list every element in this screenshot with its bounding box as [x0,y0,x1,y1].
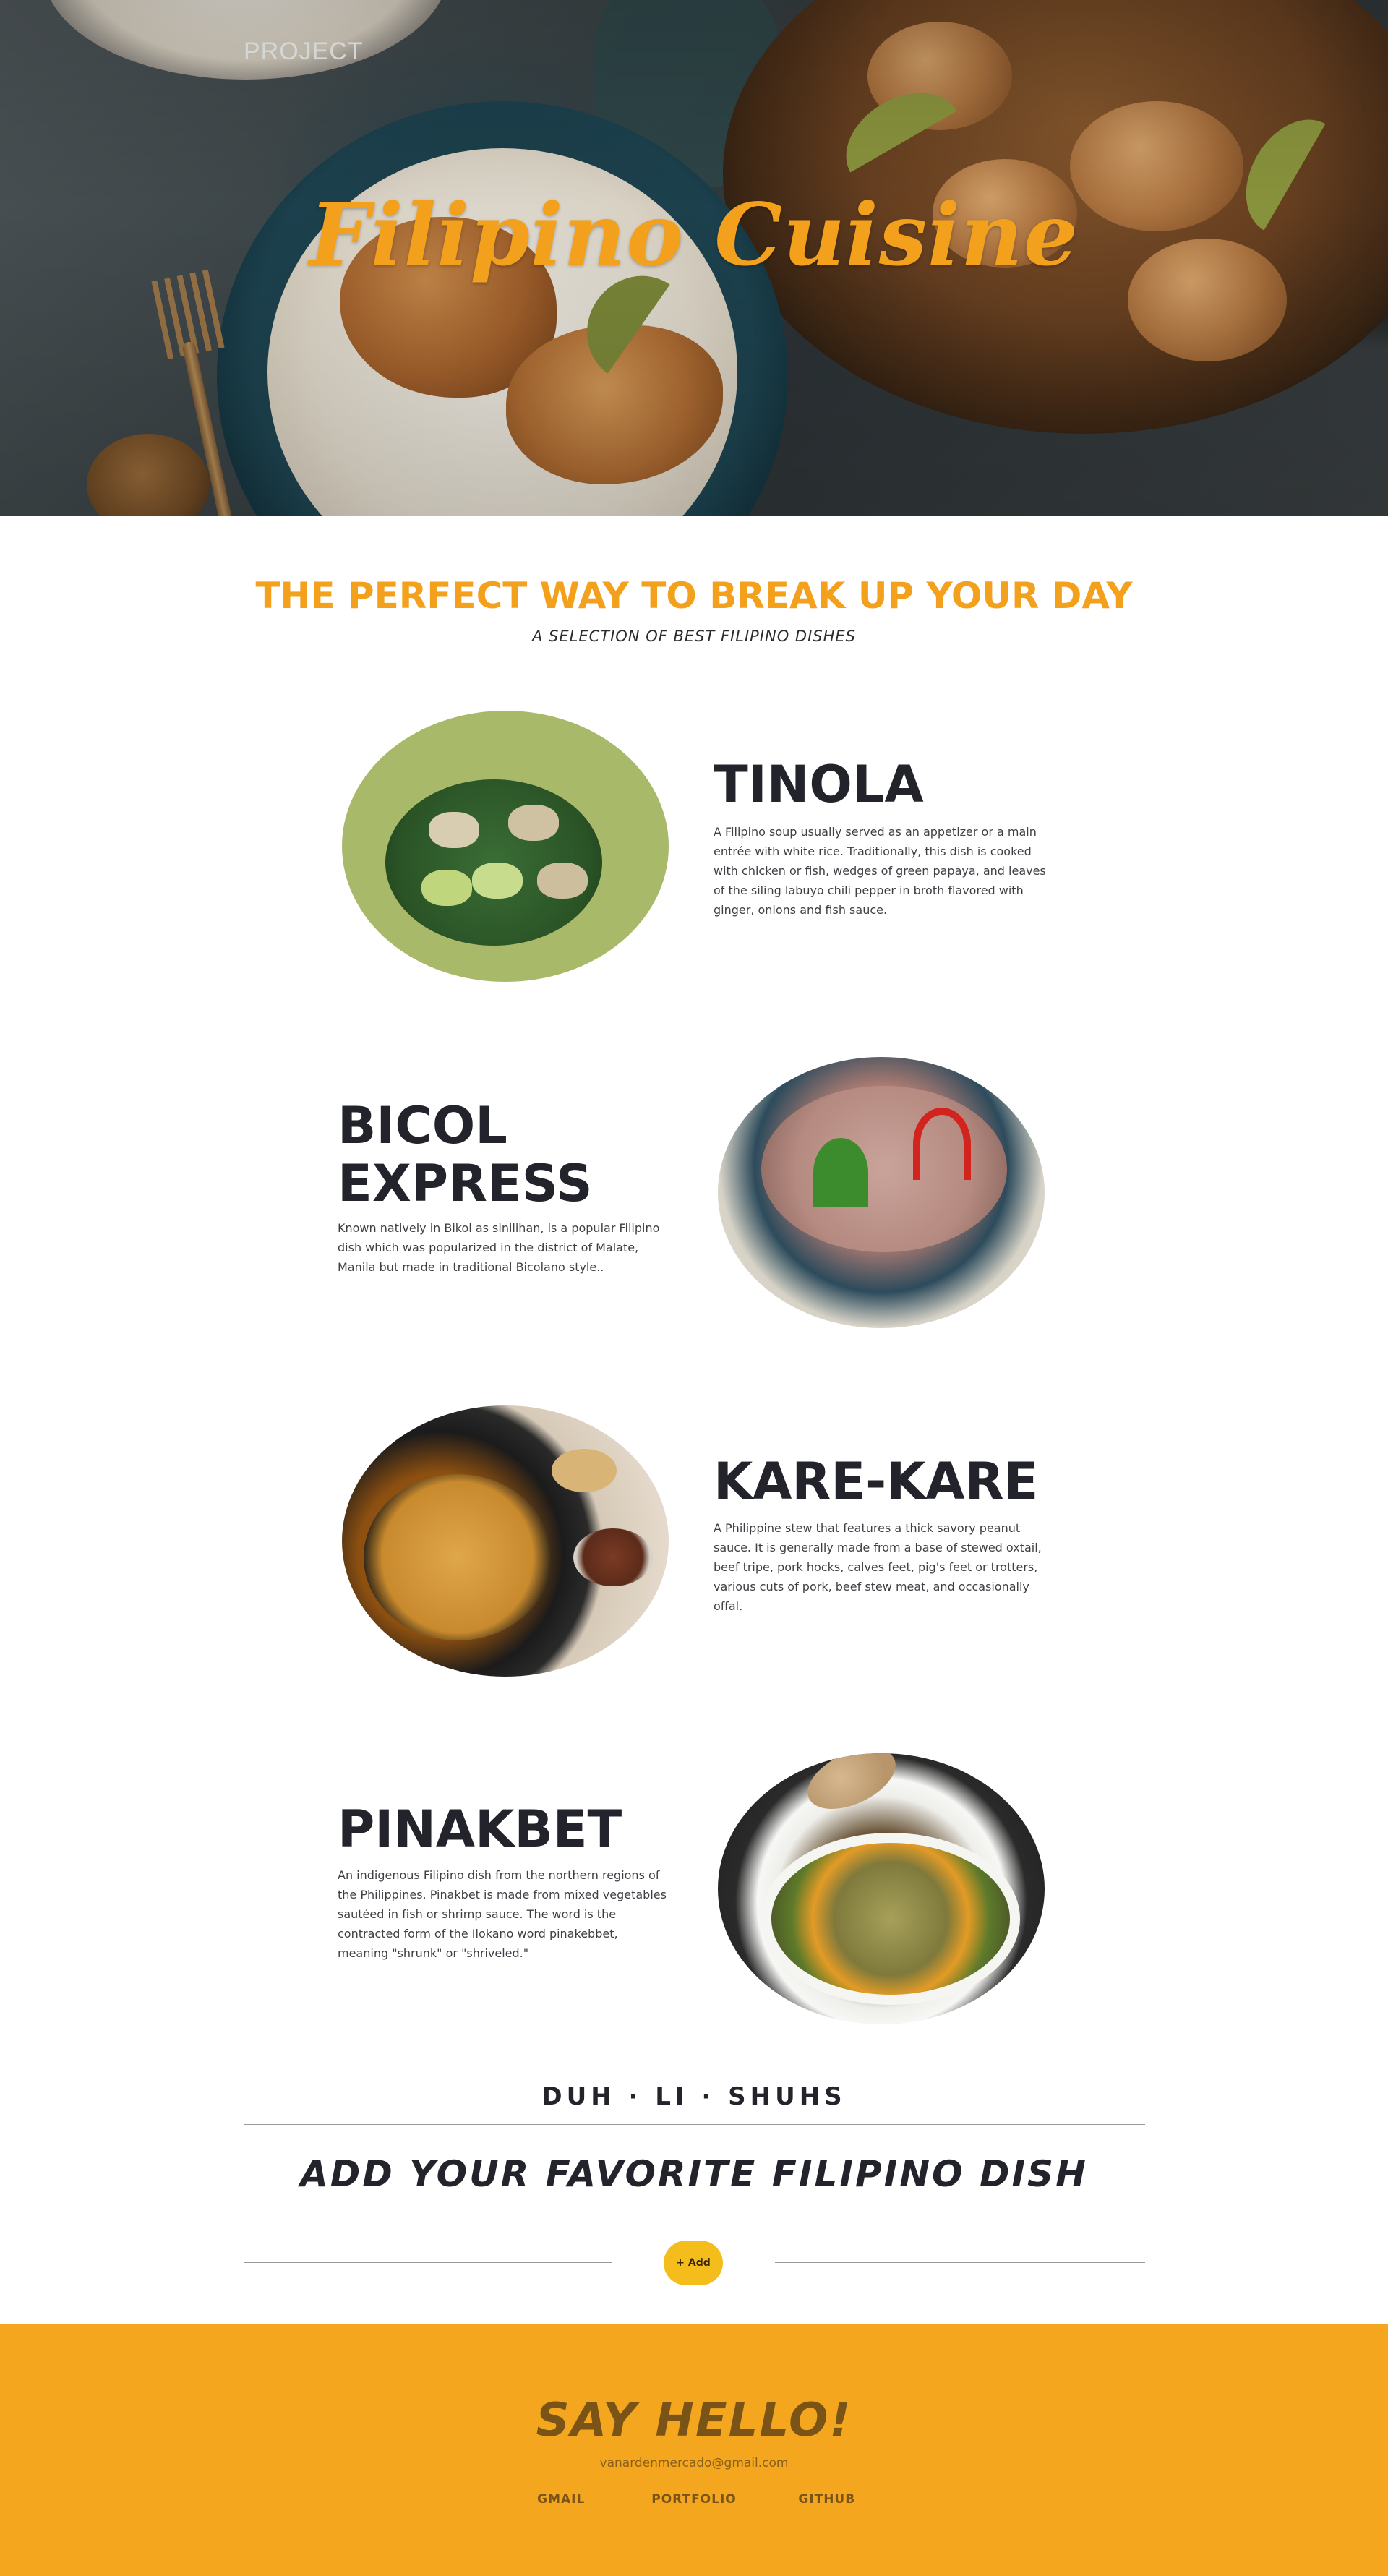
section-heading: DUH · LI · SHUHS [541,2082,847,2111]
portfolio-link[interactable]: PORTFOLIO [651,2492,737,2507]
divider [244,2124,1145,2125]
email-link[interactable]: vanardenmercado@gmail.com [0,2456,1388,2470]
hero-banner: PROJECT Filipino Cuisine [0,0,1388,516]
dish-title: PINAKBET [338,1800,622,1859]
dish-description: An indigenous Filipino dish from the nor… [338,1868,667,1960]
dish-description: A Filipino soup usually served as an app… [714,825,1046,917]
footer: SAY HELLO! vanardenmercado@gmail.com GMA… [0,2324,1388,2576]
hero-title: Filipino Cuisine [309,184,1079,285]
bicol-express-image [718,1057,1045,1328]
divider [244,2262,612,2263]
footer-links: GMAIL PORTFOLIO GITHUB [0,2492,1388,2507]
dish-title: KARE-KARE [714,1452,1039,1511]
dish-description: A Philippine stew that features a thick … [714,1521,1042,1613]
brand-link[interactable]: PROJECT [244,38,364,66]
github-link[interactable]: GITHUB [794,2492,860,2507]
section-subtitle: A SELECTION OF BEST FILIPINO DISHES [531,628,857,645]
add-dish-title: ADD YOUR FAVORITE FILIPINO DISH [300,2153,1088,2195]
kare-kare-image [342,1405,669,1677]
tinola-image [342,711,669,982]
dish-title: BICOL EXPRESS [338,1096,593,1213]
gmail-link[interactable]: GMAIL [528,2492,594,2507]
footer-heading: SAY HELLO! [536,2394,852,2447]
add-dish-button[interactable]: + Add [664,2241,723,2285]
dish-description: Known natively in Bikol as sinilihan, is… [338,1221,660,1274]
section-title: THE PERFECT WAY TO BREAK UP YOUR DAY [255,575,1133,617]
dish-title: TINOLA [714,755,924,814]
divider [775,2262,1145,2263]
pinakbet-image [718,1753,1045,2024]
